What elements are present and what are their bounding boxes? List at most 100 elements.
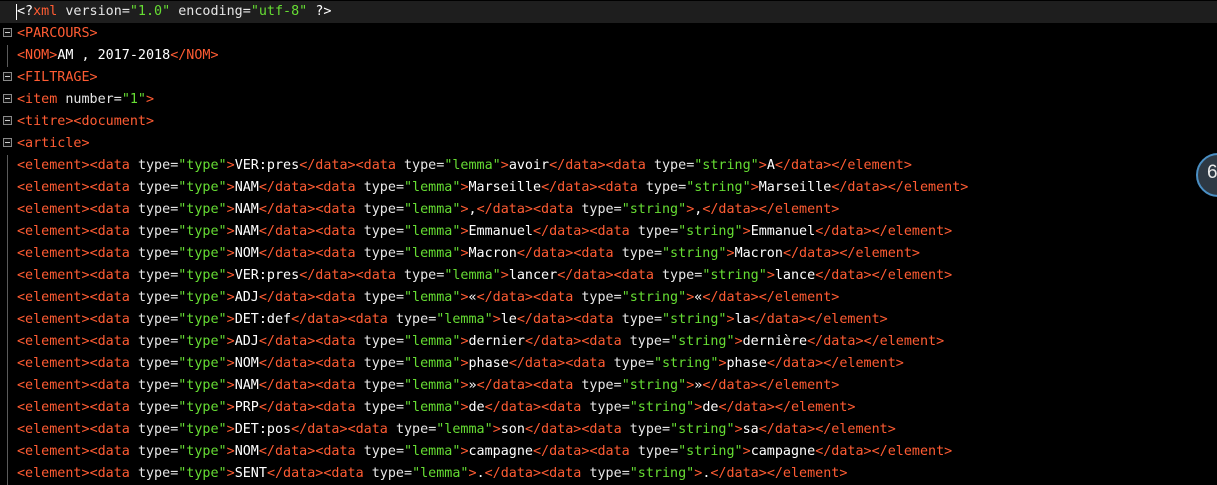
data-open-tag: <data — [581, 334, 622, 349]
code-line-6[interactable]: <titre><document> — [0, 111, 1217, 133]
type-attr-value: "lemma" — [436, 312, 493, 327]
type-attr-value: "type" — [178, 422, 227, 437]
fold-guide — [0, 221, 15, 243]
element-line[interactable]: <element><data type="type">NOM</data><da… — [0, 243, 1217, 265]
fold-guide-line — [7, 463, 8, 485]
type-attr-name: type — [637, 224, 671, 239]
data-close-tag: </data> — [516, 246, 574, 261]
type-attr-value: "type" — [178, 290, 227, 305]
type-attr-name: type — [589, 466, 622, 481]
element-open-tag: <element> — [17, 202, 90, 217]
data-open-tag: <data — [89, 334, 130, 349]
data-close-tag: </data> — [516, 312, 574, 327]
code-line-4[interactable]: <FILTRAGE> — [0, 67, 1217, 89]
element-line[interactable]: <element><data type="type">VER:pres</dat… — [0, 265, 1217, 287]
type-attr-name: type — [395, 422, 429, 437]
element-line[interactable]: <element><data type="type">VER:pres</dat… — [0, 155, 1217, 177]
fold-guide — [0, 419, 15, 441]
data-open-tag: <data — [573, 312, 614, 327]
data-close-tag: </data> — [524, 334, 582, 349]
data-close-tag: </data> — [484, 466, 542, 481]
element-line[interactable]: <element><data type="type">DET:def</data… — [0, 309, 1217, 331]
type-attr-name: type — [137, 466, 171, 481]
type-attr-value: "type" — [178, 356, 227, 371]
fold-toggle[interactable] — [0, 133, 15, 155]
fold-toggle[interactable] — [0, 67, 15, 89]
data-close-tag: </data> — [476, 378, 533, 393]
element-line[interactable]: <element><data type="type">NAM</data><da… — [0, 177, 1217, 199]
code-line-1[interactable]: <?xml version="1.0" encoding="utf-8" ?> — [0, 1, 1217, 23]
element-line[interactable]: <element><data type="type">NAM</data><da… — [0, 199, 1217, 221]
type-attr-value: "string" — [662, 312, 727, 327]
type-attr-value: "lemma" — [404, 356, 461, 371]
element-lemma-value: Macron — [468, 246, 517, 261]
data-close-tag: </data> — [782, 246, 840, 261]
data-open-tag: <data — [89, 400, 130, 415]
element-open-tag: <element> — [17, 400, 90, 415]
data-open-tag: <data — [315, 202, 356, 217]
tag-end: > — [226, 202, 235, 217]
xml-editor[interactable]: <?xml version="1.0" encoding="utf-8" ?> … — [0, 0, 1217, 485]
tag-end: > — [460, 290, 469, 305]
type-attr-value: "string" — [662, 246, 727, 261]
data-open-tag: <data — [89, 158, 130, 173]
element-line[interactable]: <element><data type="type">ADJ</data><da… — [0, 287, 1217, 309]
fold-minus-icon[interactable] — [3, 116, 12, 125]
type-attr-value: "string" — [653, 356, 719, 371]
element-line[interactable]: <element><data type="type">NOM</data><da… — [0, 353, 1217, 375]
tag-end: > — [460, 334, 469, 349]
data-open-tag: <data — [541, 466, 582, 481]
tag-end: > — [460, 224, 469, 239]
code-line-3[interactable]: <NOM>AM , 2017-2018</NOM> — [0, 45, 1217, 67]
tag-end: > — [492, 312, 501, 327]
code-line-7[interactable]: <article> — [0, 133, 1217, 155]
element-type-value: PRP — [234, 400, 259, 415]
data-open-tag: <data — [347, 422, 388, 437]
element-open-tag: <element> — [17, 378, 90, 393]
element-line[interactable]: <element><data type="type">ADJ</data><da… — [0, 331, 1217, 353]
data-close-tag: </data> — [291, 312, 348, 327]
element-type-value: NOM — [234, 246, 259, 261]
element-code: <element><data type="type">ADJ</data><da… — [17, 290, 840, 305]
fold-toggle[interactable] — [0, 111, 15, 133]
element-line[interactable]: <element><data type="type">PRP</data><da… — [0, 397, 1217, 419]
data-close-tag: </data> — [258, 246, 316, 261]
code-line-5[interactable]: <item number="1"> — [0, 89, 1217, 111]
element-type-value: ADJ — [234, 290, 259, 305]
data-open-tag: <data — [89, 378, 130, 393]
data-close-tag: </data> — [258, 290, 316, 305]
tag-end: > — [226, 180, 235, 195]
element-line[interactable]: <element><data type="type">NAM</data><da… — [0, 221, 1217, 243]
fold-minus-icon[interactable] — [3, 72, 12, 81]
type-attr-value: "type" — [178, 180, 227, 195]
fold-toggle[interactable] — [0, 89, 15, 111]
data-open-tag: <data — [597, 180, 638, 195]
type-attr-name: type — [137, 180, 171, 195]
element-type-value: NOM — [234, 356, 259, 371]
type-attr-name: type — [404, 268, 437, 283]
element-lemma-value: lancer — [508, 268, 558, 283]
element-line[interactable]: <element><data type="type">NOM</data><da… — [0, 441, 1217, 463]
type-attr-name: type — [137, 312, 171, 327]
type-attr-name: type — [363, 334, 396, 349]
type-attr-name: type — [137, 224, 171, 239]
element-line[interactable]: <element><data type="type">NAM</data><da… — [0, 375, 1217, 397]
element-close-tag: </element> — [758, 202, 840, 217]
code-line-2[interactable]: <PARCOURS> — [0, 23, 1217, 45]
tag-end: > — [226, 356, 235, 371]
element-open-tag: <element> — [17, 466, 90, 481]
fold-guide-line — [7, 265, 8, 287]
data-close-tag: </data> — [815, 444, 872, 459]
element-line[interactable]: <element><data type="type">SENT</data><d… — [0, 463, 1217, 485]
element-type-value: DET:pos — [234, 422, 292, 437]
fold-minus-icon[interactable] — [3, 94, 12, 103]
fold-minus-icon[interactable] — [3, 138, 12, 147]
fold-toggle[interactable] — [0, 23, 15, 45]
element-line[interactable]: <element><data type="type">DET:pos</data… — [0, 419, 1217, 441]
data-open-tag: <data — [573, 246, 614, 261]
type-attr-value: "lemma" — [404, 400, 461, 415]
fold-guide — [0, 441, 15, 463]
tag-end: > — [226, 444, 235, 459]
type-attr-name: type — [662, 268, 695, 283]
fold-minus-icon[interactable] — [3, 28, 12, 37]
